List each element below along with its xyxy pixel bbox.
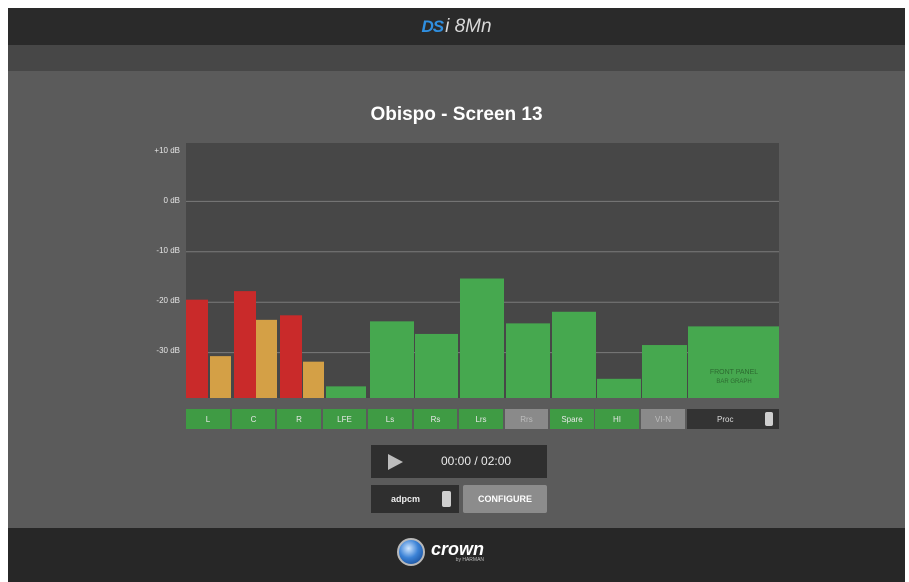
level-bar-lfe	[326, 386, 366, 398]
channel-button-vi-n[interactable]: VI-N	[641, 409, 685, 429]
y-label-0: 0 dB	[163, 196, 180, 205]
channel-button-c[interactable]: C	[232, 409, 275, 429]
app-frame: DS i 8Mn Obispo - Screen 13 +10 dB 0 dB …	[8, 8, 905, 582]
footer-bar: crown by HARMAN	[8, 528, 905, 582]
channel-button-r[interactable]: R	[277, 409, 321, 429]
channel-label: C	[250, 414, 257, 424]
channel-button-ls[interactable]: Ls	[368, 409, 412, 429]
y-label-minus20: -20 dB	[156, 296, 180, 305]
sub-bar	[8, 45, 905, 71]
annotation-line2: BAR GRAPH	[716, 379, 751, 385]
level-bar-vi-n	[642, 345, 687, 398]
crown-globe-icon	[397, 538, 425, 566]
crown-wordmark: crown	[431, 539, 485, 559]
channel-label: Ls	[385, 414, 395, 424]
level-bar-l	[186, 299, 208, 398]
level-bar-l	[210, 356, 231, 398]
channel-button-proc[interactable]: Proc	[687, 409, 779, 429]
channel-label: Rrs	[520, 414, 533, 424]
channel-label: LFE	[337, 414, 352, 424]
level-bar-spare	[552, 311, 596, 398]
annotation-line1: FRONT PANEL	[710, 369, 758, 376]
level-bar-rrs	[506, 323, 550, 398]
channel-label: HI	[613, 414, 621, 424]
level-bar-c	[234, 291, 256, 398]
page-title: Obispo - Screen 13	[370, 104, 543, 125]
proc-toggle[interactable]	[765, 412, 773, 426]
crown-logo: crown by HARMAN	[397, 538, 484, 566]
channel-button-lfe[interactable]: LFE	[323, 409, 366, 429]
level-bar-hi	[597, 378, 641, 398]
level-bar-ls	[370, 321, 414, 398]
brand-mark: DS	[421, 16, 444, 36]
audio-player: 00:00 / 02:00	[371, 445, 547, 478]
codec-toggle[interactable]	[442, 491, 451, 507]
channel-label: Lrs	[475, 414, 487, 424]
channel-label: VI-N	[655, 414, 671, 424]
meter-chart: FRONT PANEL BAR GRAPH	[186, 200, 779, 398]
level-bar-lrs	[460, 278, 504, 398]
level-bar-rs	[415, 333, 458, 398]
channel-label: R	[296, 414, 302, 424]
y-label-plus10: +10 dB	[154, 146, 180, 155]
channel-button-lrs[interactable]: Lrs	[459, 409, 503, 429]
channel-label: Spare	[561, 414, 583, 424]
channel-label: Proc	[717, 414, 734, 424]
channel-button-rrs[interactable]: Rrs	[505, 409, 548, 429]
bar-graph-meter: FRONT PANEL BAR GRAPH	[186, 143, 779, 398]
dsi-logo: DS i 8Mn	[421, 16, 491, 38]
y-label-minus30: -30 dB	[156, 346, 180, 355]
channel-label: Rs	[430, 414, 441, 424]
channel-button-hi[interactable]: HI	[595, 409, 639, 429]
level-bar-c	[256, 319, 277, 398]
top-bar: DS i 8Mn	[8, 8, 905, 45]
channel-label: L	[205, 414, 211, 424]
codec-select[interactable]: adpcm	[371, 485, 459, 513]
brand-model: i 8Mn	[445, 15, 492, 37]
channel-button-l[interactable]: L	[186, 409, 230, 429]
channel-button-rs[interactable]: Rs	[414, 409, 457, 429]
playback-time: 00:00 / 02:00	[441, 454, 512, 468]
y-label-minus10: -10 dB	[156, 246, 180, 255]
codec-label: adpcm	[391, 494, 421, 504]
configure-button[interactable]: CONFIGURE	[463, 485, 547, 513]
play-icon[interactable]	[388, 454, 403, 470]
channel-button-spare[interactable]: Spare	[550, 409, 594, 429]
level-bar-r	[303, 361, 324, 398]
channel-selector-row: L C R LFE Ls Rs Lrs Rrs Spare HI VI-N Proc	[186, 409, 779, 429]
level-bar-r	[280, 315, 302, 398]
level-bar-proc	[688, 326, 779, 398]
